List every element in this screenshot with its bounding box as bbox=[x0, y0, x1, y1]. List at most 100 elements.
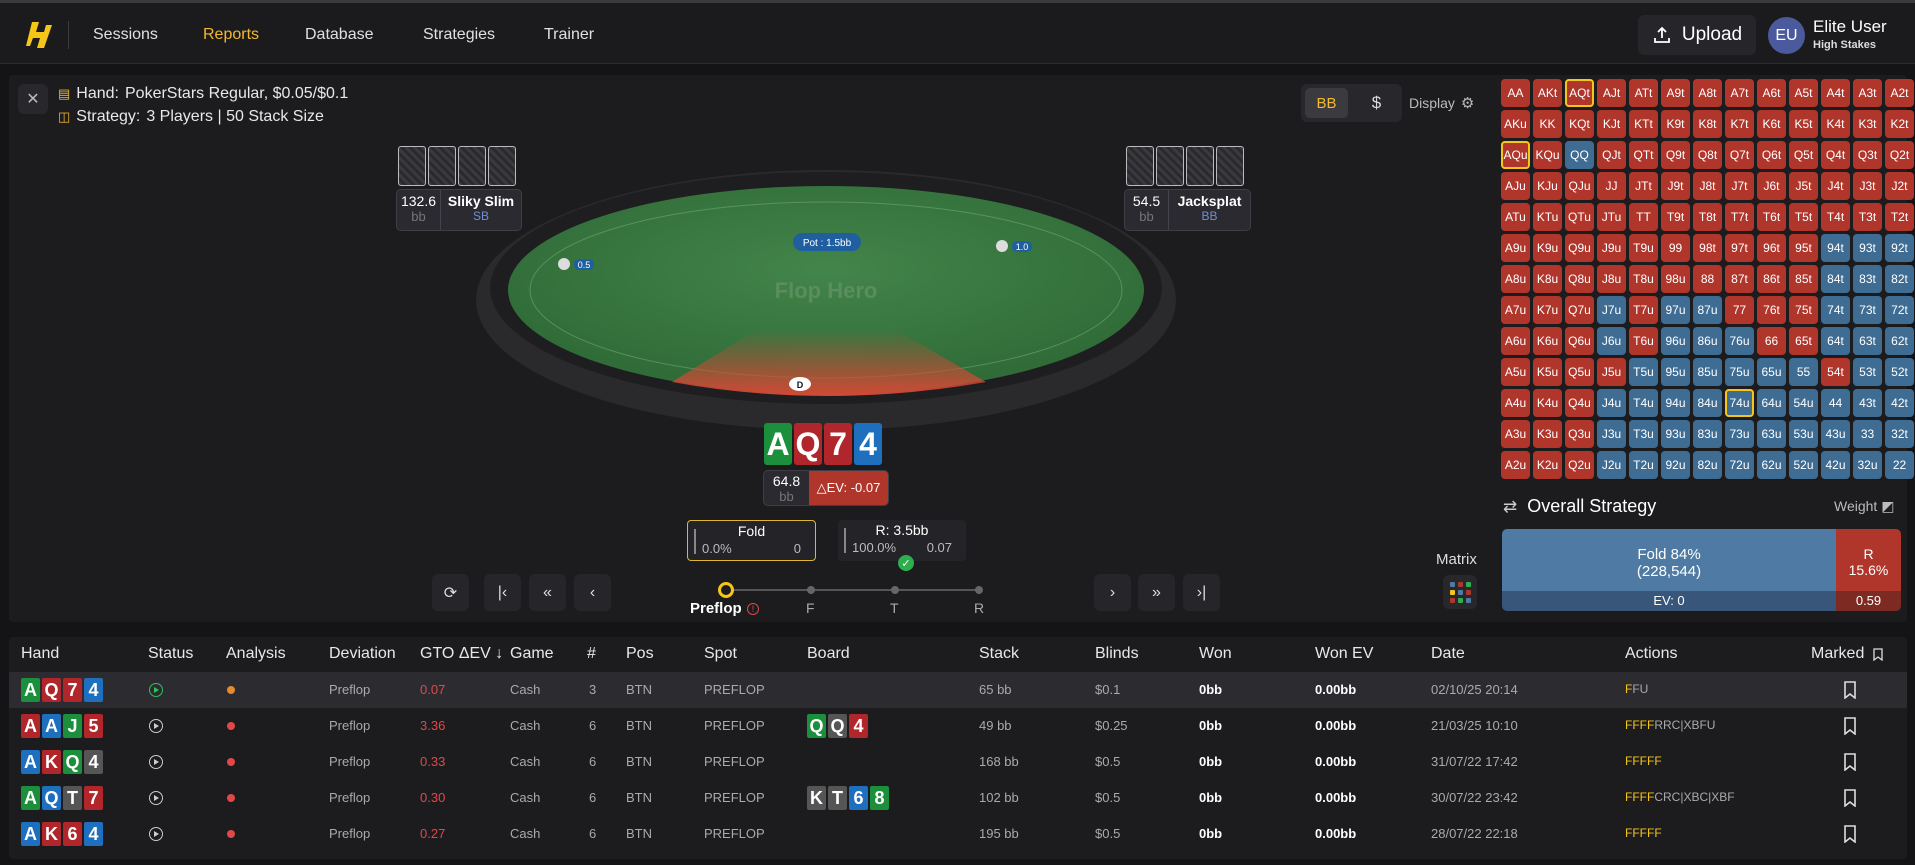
range-cell-Q2t[interactable]: Q2t bbox=[1885, 141, 1914, 169]
range-cell-AA[interactable]: AA bbox=[1501, 79, 1530, 107]
range-cell-98u[interactable]: 98u bbox=[1661, 265, 1690, 293]
range-cell-J3t[interactable]: J3t bbox=[1853, 172, 1882, 200]
range-cell-94t[interactable]: 94t bbox=[1821, 234, 1850, 262]
range-cell-AQu[interactable]: AQu bbox=[1501, 141, 1530, 169]
range-cell-Q5t[interactable]: Q5t bbox=[1789, 141, 1818, 169]
range-cell-T8t[interactable]: T8t bbox=[1693, 203, 1722, 231]
range-cell-K3u[interactable]: K3u bbox=[1533, 420, 1562, 448]
range-cell-Q2u[interactable]: Q2u bbox=[1565, 451, 1594, 479]
range-cell-85t[interactable]: 85t bbox=[1789, 265, 1818, 293]
range-cell-A3u[interactable]: A3u bbox=[1501, 420, 1530, 448]
col-date[interactable]: Date bbox=[1431, 645, 1465, 663]
range-cell-J6t[interactable]: J6t bbox=[1757, 172, 1786, 200]
range-cell-Q8t[interactable]: Q8t bbox=[1693, 141, 1722, 169]
bookmark-icon[interactable] bbox=[1843, 789, 1857, 807]
range-cell-99[interactable]: 99 bbox=[1661, 234, 1690, 262]
nav-strategies[interactable]: Strategies bbox=[423, 26, 495, 44]
table-row[interactable] bbox=[9, 816, 1907, 852]
play-status-icon[interactable] bbox=[149, 683, 163, 697]
range-cell-73t[interactable]: 73t bbox=[1853, 296, 1882, 324]
range-cell-J6u[interactable]: J6u bbox=[1597, 327, 1626, 355]
range-cell-QJu[interactable]: QJu bbox=[1565, 172, 1594, 200]
range-cell-KQt[interactable]: KQt bbox=[1565, 110, 1594, 138]
range-cell-JJ[interactable]: JJ bbox=[1597, 172, 1626, 200]
bookmark-icon[interactable] bbox=[1843, 825, 1857, 843]
col-count[interactable]: # bbox=[587, 645, 596, 663]
col-blinds[interactable]: Blinds bbox=[1095, 645, 1139, 663]
col-spot[interactable]: Spot bbox=[704, 645, 737, 663]
range-cell-T4u[interactable]: T4u bbox=[1629, 389, 1658, 417]
range-cell-K5t[interactable]: K5t bbox=[1789, 110, 1818, 138]
range-cell-A9t[interactable]: A9t bbox=[1661, 79, 1690, 107]
range-cell-K6t[interactable]: K6t bbox=[1757, 110, 1786, 138]
range-cell-43u[interactable]: 43u bbox=[1821, 420, 1850, 448]
range-cell-88[interactable]: 88 bbox=[1693, 265, 1722, 293]
range-cell-32t[interactable]: 32t bbox=[1885, 420, 1914, 448]
range-cell-AKt[interactable]: AKt bbox=[1533, 79, 1562, 107]
street-label-preflop[interactable]: Preflop bbox=[690, 600, 742, 617]
range-cell-73u[interactable]: 73u bbox=[1725, 420, 1754, 448]
col-deviation[interactable]: Deviation bbox=[329, 645, 396, 663]
range-cell-66[interactable]: 66 bbox=[1757, 327, 1786, 355]
range-cell-K8u[interactable]: K8u bbox=[1533, 265, 1562, 293]
range-cell-AKu[interactable]: AKu bbox=[1501, 110, 1530, 138]
range-cell-Q8u[interactable]: Q8u bbox=[1565, 265, 1594, 293]
range-cell-J2u[interactable]: J2u bbox=[1597, 451, 1626, 479]
bookmark-icon[interactable] bbox=[1843, 753, 1857, 771]
range-cell-75u[interactable]: 75u bbox=[1725, 358, 1754, 386]
range-cell-44[interactable]: 44 bbox=[1821, 389, 1850, 417]
range-cell-75t[interactable]: 75t bbox=[1789, 296, 1818, 324]
range-cell-93t[interactable]: 93t bbox=[1853, 234, 1882, 262]
strategy-raise-bar[interactable]: R 15.6% bbox=[1836, 529, 1901, 591]
nav-sessions[interactable]: Sessions bbox=[93, 26, 158, 44]
range-cell-T9t[interactable]: T9t bbox=[1661, 203, 1690, 231]
range-cell-J7t[interactable]: J7t bbox=[1725, 172, 1754, 200]
range-cell-93u[interactable]: 93u bbox=[1661, 420, 1690, 448]
range-cell-85u[interactable]: 85u bbox=[1693, 358, 1722, 386]
range-cell-62t[interactable]: 62t bbox=[1885, 327, 1914, 355]
range-cell-95u[interactable]: 95u bbox=[1661, 358, 1690, 386]
range-cell-Q6t[interactable]: Q6t bbox=[1757, 141, 1786, 169]
matrix-button[interactable] bbox=[1443, 575, 1477, 609]
next-button[interactable]: › bbox=[1094, 574, 1131, 611]
range-cell-95t[interactable]: 95t bbox=[1789, 234, 1818, 262]
bookmark-icon[interactable] bbox=[1843, 681, 1857, 699]
range-cell-K7u[interactable]: K7u bbox=[1533, 296, 1562, 324]
table-row[interactable] bbox=[9, 708, 1907, 744]
range-cell-Q4t[interactable]: Q4t bbox=[1821, 141, 1850, 169]
range-cell-A8u[interactable]: A8u bbox=[1501, 265, 1530, 293]
range-cell-K4t[interactable]: K4t bbox=[1821, 110, 1850, 138]
range-cell-QJt[interactable]: QJt bbox=[1597, 141, 1626, 169]
range-cell-J8t[interactable]: J8t bbox=[1693, 172, 1722, 200]
range-cell-86u[interactable]: 86u bbox=[1693, 327, 1722, 355]
range-cell-K6u[interactable]: K6u bbox=[1533, 327, 1562, 355]
range-cell-AJu[interactable]: AJu bbox=[1501, 172, 1530, 200]
range-cell-T9u[interactable]: T9u bbox=[1629, 234, 1658, 262]
rewind-button[interactable]: « bbox=[529, 574, 566, 611]
range-cell-KJu[interactable]: KJu bbox=[1533, 172, 1562, 200]
range-cell-K2u[interactable]: K2u bbox=[1533, 451, 1562, 479]
range-cell-72t[interactable]: 72t bbox=[1885, 296, 1914, 324]
replay-button[interactable]: ⟳ bbox=[432, 574, 469, 611]
street-marker-river[interactable] bbox=[975, 586, 983, 594]
range-cell-K3t[interactable]: K3t bbox=[1853, 110, 1882, 138]
range-cell-A4u[interactable]: A4u bbox=[1501, 389, 1530, 417]
flophero-logo[interactable] bbox=[26, 20, 52, 50]
play-status-icon[interactable] bbox=[149, 719, 163, 733]
range-cell-Q7u[interactable]: Q7u bbox=[1565, 296, 1594, 324]
range-cell-T3u[interactable]: T3u bbox=[1629, 420, 1658, 448]
range-cell-83t[interactable]: 83t bbox=[1853, 265, 1882, 293]
street-label-flop[interactable]: F bbox=[806, 600, 815, 616]
street-label-river[interactable]: R bbox=[974, 600, 984, 616]
range-cell-A9u[interactable]: A9u bbox=[1501, 234, 1530, 262]
range-cell-96t[interactable]: 96t bbox=[1757, 234, 1786, 262]
range-cell-62u[interactable]: 62u bbox=[1757, 451, 1786, 479]
range-cell-87u[interactable]: 87u bbox=[1693, 296, 1722, 324]
forward-button[interactable]: » bbox=[1138, 574, 1175, 611]
range-cell-72u[interactable]: 72u bbox=[1725, 451, 1754, 479]
range-cell-J5u[interactable]: J5u bbox=[1597, 358, 1626, 386]
range-cell-A3t[interactable]: A3t bbox=[1853, 79, 1882, 107]
range-cell-KTt[interactable]: KTt bbox=[1629, 110, 1658, 138]
range-cell-96u[interactable]: 96u bbox=[1661, 327, 1690, 355]
range-cell-Q3t[interactable]: Q3t bbox=[1853, 141, 1882, 169]
